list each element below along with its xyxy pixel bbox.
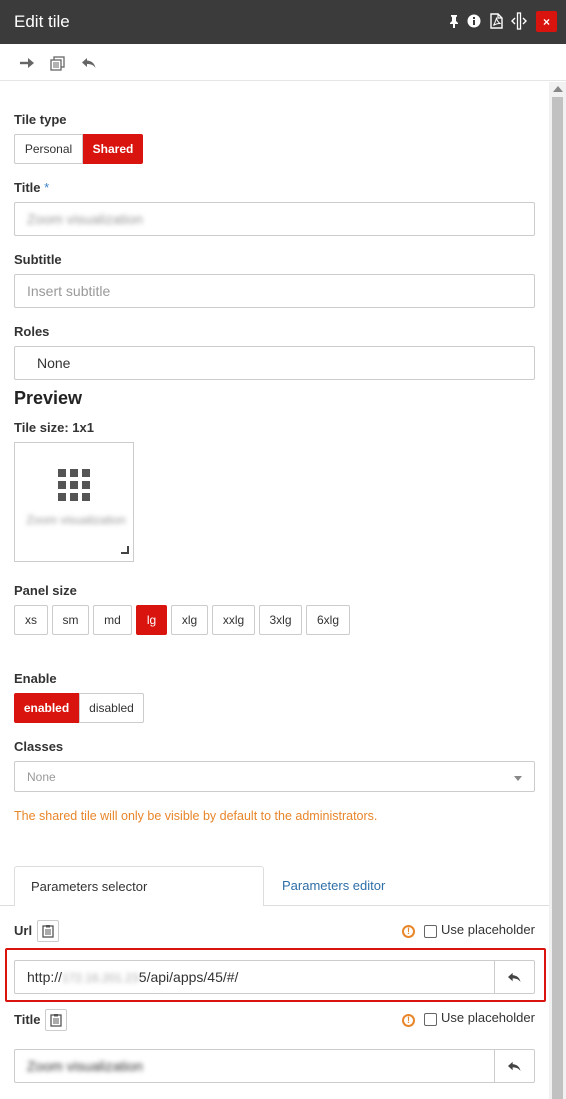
url-param-label: Url [14,923,33,938]
clipboard-icon[interactable] [45,1009,67,1031]
undo-icon[interactable] [79,53,99,73]
subtitle-input[interactable]: Insert subtitle [14,274,535,308]
copy-icon[interactable] [47,53,67,73]
url-use-placeholder-label: Use placeholder [441,922,535,937]
classes-select[interactable]: None [14,761,535,792]
arrow-right-icon[interactable] [17,53,37,73]
scrollbar-thumb[interactable] [552,97,563,1099]
warning-icon: ! [402,925,415,938]
subtitle-placeholder: Insert subtitle [27,283,111,299]
roles-label: Roles [14,324,50,339]
enable-label: Enable [14,671,57,686]
roles-value: None [37,355,71,371]
undo-icon [508,972,521,982]
title-param-input-group[interactable]: Zoom visualization [14,1049,535,1083]
tab-parameters-selector[interactable]: Parameters selector [14,866,264,906]
clipboard-icon[interactable] [37,920,59,942]
url-prefix: http:// [27,969,63,985]
url-suffix: 5/api/apps/45/#/ [138,969,239,985]
tile-type-label: Tile type [14,112,67,127]
tab-parameters-editor[interactable]: Parameters editor [282,878,385,893]
close-button[interactable]: × [536,11,557,32]
panel-size-xxlg[interactable]: xxlg [212,605,255,635]
subtitle-label: Subtitle [14,252,62,267]
enable-disabled[interactable]: disabled [79,693,144,723]
window-title: Edit tile [14,12,70,31]
tile-type-shared[interactable]: Shared [83,134,143,164]
url-input-group[interactable]: http://172.16.201.235/api/apps/45/#/ [14,960,535,994]
scroll-up-icon[interactable] [553,86,563,92]
toolbar [0,44,566,81]
title-reset-button[interactable] [494,1050,534,1082]
url-reset-button[interactable] [494,961,534,993]
title-input[interactable]: Zoom visualization [14,202,535,236]
pdf-icon[interactable] [488,12,504,30]
panel-size-sm[interactable]: sm [52,605,89,635]
enable-enabled[interactable]: enabled [14,693,79,723]
pin-icon[interactable] [446,12,462,30]
classes-value: None [27,769,56,784]
classes-label: Classes [14,739,64,754]
roles-select[interactable]: None [14,346,535,380]
url-hidden-host: 172.16.201.23 [62,971,139,985]
chevron-down-icon [514,776,522,781]
window-titlebar: Edit tile × [0,0,566,44]
title-input-value: Zoom visualization [27,211,143,227]
title-label: Title * [14,180,49,195]
panel-size-xlg[interactable]: xlg [171,605,208,635]
panel-size-label: Panel size [14,583,77,598]
tile-type-personal[interactable]: Personal [14,134,83,164]
resize-icon[interactable] [511,12,527,30]
panel-size-xs[interactable]: xs [14,605,48,635]
panel-size-3xlg[interactable]: 3xlg [259,605,302,635]
close-icon: × [542,14,550,29]
preview-heading: Preview [14,388,83,408]
title-label-text: Title [14,180,41,195]
title-use-placeholder-label: Use placeholder [441,1010,535,1025]
undo-icon [508,1061,521,1071]
tile-preview-name: Zoom visualization [26,513,126,527]
required-mark: * [44,180,50,195]
title-param-label: Title [14,1012,41,1027]
tile-preview: Zoom visualization [14,442,134,562]
warning-icon: ! [402,1014,415,1027]
url-use-placeholder-checkbox[interactable] [424,925,437,938]
title-use-placeholder-checkbox[interactable] [424,1013,437,1026]
tile-size-label: Tile size: 1x1 [14,420,94,435]
url-input-value[interactable]: http://172.16.201.235/api/apps/45/#/ [27,969,238,985]
apps-grid-icon [58,469,90,501]
panel-size-lg[interactable]: lg [136,605,167,635]
panel-size-md[interactable]: md [93,605,132,635]
info-icon[interactable] [466,12,482,30]
panel-size-6xlg[interactable]: 6xlg [306,605,350,635]
shared-tile-warning: The shared tile will only be visible by … [14,809,378,823]
title-param-value[interactable]: Zoom visualization [27,1058,143,1074]
resize-corner-icon[interactable] [121,546,129,554]
